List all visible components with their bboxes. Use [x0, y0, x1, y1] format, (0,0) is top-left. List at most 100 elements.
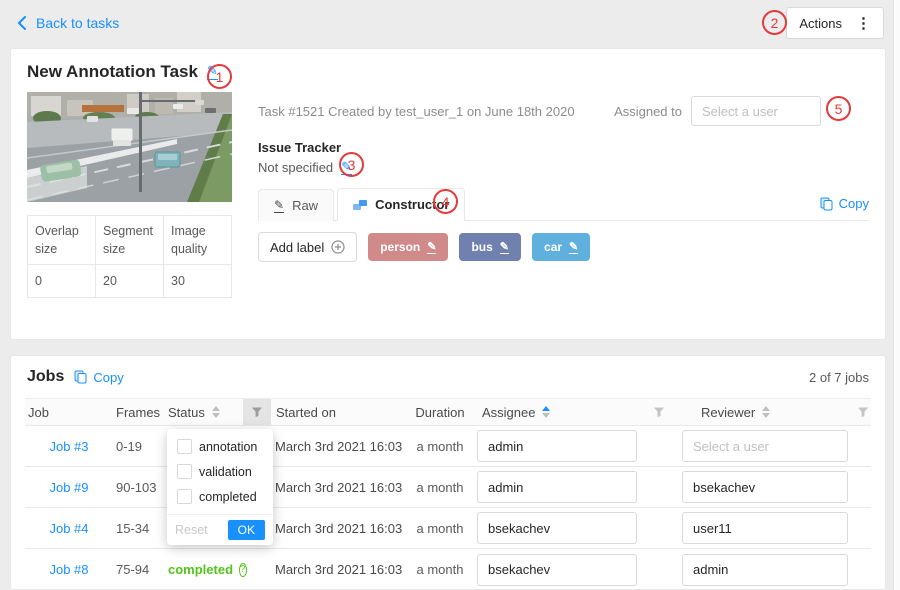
job-link[interactable]: Job #3 — [25, 439, 113, 454]
labels-tabs: ✎ Raw Constructor Copy — [258, 188, 869, 221]
column-duration: Duration — [407, 399, 473, 425]
checkbox-validation[interactable] — [177, 464, 192, 479]
label-chip-bus-text: bus — [471, 240, 492, 254]
checkbox-completed[interactable] — [177, 489, 192, 504]
edit-label-bus-icon[interactable]: ✎ — [500, 241, 509, 254]
job-duration: a month — [407, 562, 473, 577]
column-assignee[interactable]: Assignee — [473, 399, 641, 425]
label-chip-person[interactable]: person ✎ — [368, 233, 448, 261]
add-label-button[interactable]: Add label — [258, 232, 357, 262]
job-started-on: March 3rd 2021 16:03 — [271, 480, 407, 495]
job-link[interactable]: Job #8 — [25, 562, 113, 577]
filter-funnel-icon — [653, 406, 665, 418]
job-row-9: Job #9 90-103 March 3rd 2021 16:03 a mon… — [25, 467, 871, 508]
copy-icon — [820, 197, 833, 211]
param-header-quality: Image quality — [164, 216, 232, 265]
job-frames: 15-34 — [113, 521, 165, 536]
task-preview-image — [27, 92, 232, 202]
filter-option-annotation-label: annotation — [199, 440, 257, 454]
annotation-marker-1: 1 — [207, 64, 232, 89]
status-sort-icon[interactable] — [212, 406, 220, 418]
reviewer-filter-button[interactable] — [849, 399, 877, 425]
jobs-copy-link[interactable]: Copy — [74, 370, 123, 385]
filter-option-annotation[interactable]: annotation — [167, 434, 273, 459]
labels-copy-link[interactable]: Copy — [820, 196, 869, 211]
more-icon: ⋮ — [856, 14, 871, 32]
job-started-on: March 3rd 2021 16:03 — [271, 439, 407, 454]
task-info-column: Task #1521 Created by test_user_1 on Jun… — [258, 92, 869, 298]
jobs-card: Jobs Copy 2 of 7 jobs Job Frames Status … — [10, 355, 886, 590]
job-assignee-input[interactable] — [477, 554, 637, 586]
task-parameters-table: Overlap size Segment size Image quality … — [27, 215, 232, 298]
job-row-8: Job #8 75-94 completed ? March 3rd 2021 … — [25, 549, 871, 590]
annotation-marker-5: 5 — [826, 96, 851, 121]
jobs-title: Jobs — [27, 368, 64, 386]
assigned-to-group: Assigned to — [614, 96, 821, 126]
filter-reset-button[interactable]: Reset — [175, 523, 208, 537]
job-assignee-input[interactable] — [477, 430, 637, 462]
jobs-copy-label: Copy — [93, 370, 123, 385]
labels-constructor-area: Add label person ✎ bus ✎ car ✎ — [258, 232, 869, 262]
filter-ok-button[interactable]: OK — [228, 520, 265, 540]
reviewer-sort-icon[interactable] — [762, 406, 770, 418]
assignee-sort-icon[interactable] — [542, 406, 550, 418]
assignee-filter-button[interactable] — [641, 399, 677, 425]
column-assignee-label: Assignee — [482, 405, 535, 420]
job-assignee-input[interactable] — [477, 512, 637, 544]
annotation-marker-4: 4 — [433, 189, 458, 214]
column-started-on: Started on — [271, 399, 407, 425]
filter-option-validation[interactable]: validation — [167, 459, 273, 484]
filter-option-completed-label: completed — [199, 490, 257, 504]
job-reviewer-input[interactable] — [682, 512, 848, 544]
job-reviewer-input[interactable] — [682, 554, 848, 586]
scrollbar-track[interactable] — [893, 0, 900, 590]
issue-tracker-value: Not specified — [258, 160, 333, 175]
tab-raw-label: Raw — [292, 198, 318, 213]
label-chip-car-text: car — [544, 240, 562, 254]
actions-label: Actions — [799, 16, 842, 31]
job-reviewer-input[interactable] — [682, 430, 848, 462]
param-value-quality: 30 — [164, 265, 232, 298]
traffic-scene-image — [27, 92, 232, 202]
job-duration: a month — [407, 439, 473, 454]
status-filter-button[interactable] — [243, 399, 271, 425]
filter-funnel-icon — [251, 406, 263, 418]
labels-copy-label: Copy — [839, 196, 869, 211]
assigned-to-label: Assigned to — [614, 104, 682, 119]
column-reviewer[interactable]: Reviewer — [677, 399, 849, 425]
assigned-to-input[interactable] — [691, 96, 821, 126]
checkbox-annotation[interactable] — [177, 439, 192, 454]
filter-funnel-icon — [857, 406, 869, 418]
param-header-overlap: Overlap size — [28, 216, 96, 265]
filter-option-completed[interactable]: completed — [167, 484, 273, 509]
job-assignee-input[interactable] — [477, 471, 637, 503]
job-frames: 0-19 — [113, 439, 165, 454]
raw-pencil-icon: ✎ — [274, 199, 284, 213]
param-value-segment: 20 — [96, 265, 164, 298]
job-link[interactable]: Job #4 — [25, 521, 113, 536]
tab-raw[interactable]: ✎ Raw — [258, 189, 334, 221]
jobs-count: 2 of 7 jobs — [809, 370, 869, 385]
label-chip-bus[interactable]: bus ✎ — [459, 233, 521, 261]
back-to-tasks-label: Back to tasks — [36, 15, 119, 31]
annotation-marker-2: 2 — [762, 10, 787, 35]
task-meta: Task #1521 Created by test_user_1 on Jun… — [258, 104, 575, 119]
edit-label-car-icon[interactable]: ✎ — [569, 241, 578, 254]
label-chip-car[interactable]: car ✎ — [532, 233, 590, 261]
edit-label-person-icon[interactable]: ✎ — [427, 241, 436, 254]
back-to-tasks-link[interactable]: Back to tasks — [16, 15, 119, 31]
job-row-4: Job #4 15-34 March 3rd 2021 16:03 a mont… — [25, 508, 871, 549]
annotation-marker-3: 3 — [339, 152, 364, 177]
job-started-on: March 3rd 2021 16:03 — [271, 521, 407, 536]
job-status: completed ? — [165, 562, 243, 577]
column-status-label: Status — [168, 405, 205, 420]
status-help-icon[interactable]: ? — [239, 563, 247, 577]
job-reviewer-input[interactable] — [682, 471, 848, 503]
add-label-text: Add label — [270, 240, 324, 255]
constructor-blocks-icon — [353, 199, 367, 211]
job-link[interactable]: Job #9 — [25, 480, 113, 495]
job-frames: 75-94 — [113, 562, 165, 577]
column-status[interactable]: Status — [165, 399, 243, 425]
job-frames: 90-103 — [113, 480, 165, 495]
actions-button[interactable]: Actions ⋮ — [786, 7, 884, 39]
